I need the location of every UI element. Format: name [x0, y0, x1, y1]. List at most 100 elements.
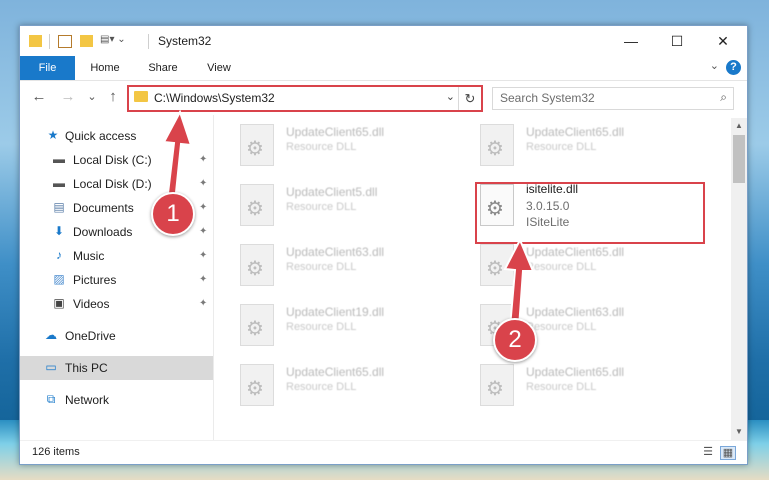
file-item[interactable]: UpdateClient65.dll Resource DLL [458, 240, 678, 294]
forward-button[interactable]: → [58, 88, 78, 105]
dll-file-icon [480, 364, 514, 406]
back-button[interactable]: ← [29, 88, 49, 105]
up-button[interactable]: ↑ [103, 88, 123, 105]
dll-file-icon [240, 244, 274, 286]
dll-file-icon [240, 304, 274, 346]
address-bar[interactable]: C:\Windows\System32 ⌄ ↻ [127, 85, 483, 112]
item-count: 126 items [32, 446, 80, 458]
sidebar-item-label: Pictures [73, 273, 117, 287]
sidebar-item-this-pc[interactable]: ▭ This PC [20, 356, 213, 380]
sidebar-item-onedrive[interactable]: ☁ OneDrive [20, 324, 213, 348]
divider-icon [49, 34, 50, 49]
file-item[interactable]: UpdateClient65.dll Resource DLL [458, 360, 678, 414]
file-description: Resource DLL [286, 321, 357, 333]
refresh-button[interactable]: ↻ [458, 87, 481, 110]
music-icon: ♪ [56, 248, 62, 262]
file-name: UpdateClient5.dll [286, 185, 378, 199]
file-explorer-window: ▤▾ ⌄ System32 — ☐ ✕ File Home Share View… [19, 25, 748, 465]
pin-icon: ✦ [199, 226, 208, 237]
file-item[interactable]: UpdateClient5.dll Resource DLL [218, 180, 438, 234]
file-name: UpdateClient65.dll [286, 365, 385, 379]
sidebar-item-pictures[interactable]: ▨ Pictures ✦ [20, 268, 213, 292]
file-item[interactable]: UpdateClient63.dll Resource DLL [218, 240, 438, 294]
dll-file-icon [240, 184, 274, 226]
dll-file-icon [240, 124, 274, 166]
ribbon-tabs: File Home Share View ⌄ ? [20, 56, 747, 81]
folder-icon [29, 35, 42, 47]
divider-icon [148, 34, 149, 49]
vertical-scrollbar[interactable]: ▲ ▼ [731, 118, 747, 440]
drive-icon: ▬ [53, 176, 65, 190]
pin-icon: ✦ [199, 274, 208, 285]
network-icon: ⧉ [46, 392, 56, 406]
file-name: UpdateClient65.dll [526, 125, 625, 139]
large-icons-view-icon[interactable]: ▦ [720, 446, 736, 460]
sidebar-item-label: Local Disk (C:) [73, 153, 152, 167]
document-icon: ▤ [53, 200, 65, 214]
sidebar-item-local-disk-d[interactable]: ▬ Local Disk (D:) ✦ [20, 172, 213, 196]
help-icon[interactable]: ? [726, 60, 741, 75]
pane-divider[interactable] [213, 115, 214, 440]
file-name: UpdateClient19.dll [286, 305, 385, 319]
dll-file-icon [240, 364, 274, 406]
chevron-down-icon[interactable]: ⌄ [446, 90, 455, 103]
file-description: Resource DLL [286, 141, 357, 153]
pin-icon: ✦ [199, 298, 208, 309]
file-item[interactable]: UpdateClient63.dll Resource DLL [458, 300, 678, 354]
file-item[interactable]: UpdateClient19.dll Resource DLL [218, 300, 438, 354]
search-input[interactable]: Search System32 ⌕ [492, 87, 734, 110]
new-folder-icon[interactable] [80, 35, 93, 47]
tab-file[interactable]: File [20, 56, 75, 80]
file-item[interactable]: UpdateClient65.dll Resource DLL [458, 120, 678, 174]
search-placeholder: Search System32 [500, 91, 595, 105]
window-title: System32 [158, 34, 212, 48]
file-description: Resource DLL [286, 261, 357, 273]
details-view-icon[interactable]: ☰ [701, 446, 715, 458]
maximize-button[interactable]: ☐ [654, 26, 700, 56]
close-button[interactable]: ✕ [700, 26, 746, 56]
file-highlight-box [475, 182, 705, 244]
tab-view[interactable]: View [194, 56, 244, 80]
pin-icon: ✦ [199, 154, 208, 165]
sidebar-item-label: Network [65, 393, 110, 407]
file-list: UpdateClient65.dll Resource DLL UpdateCl… [218, 118, 730, 440]
recent-locations-button[interactable]: ⌄ [82, 90, 102, 103]
file-item[interactable]: UpdateClient65.dll Resource DLL [218, 120, 438, 174]
title-bar: ▤▾ ⌄ System32 — ☐ ✕ [20, 26, 747, 56]
pictures-icon: ▨ [53, 272, 65, 286]
scrollbar-thumb[interactable] [733, 135, 745, 183]
computer-icon: ▭ [45, 360, 57, 374]
properties-icon[interactable] [58, 35, 72, 48]
sidebar-item-label: This PC [65, 361, 108, 375]
dll-file-icon [480, 124, 514, 166]
navigation-pane: ★ Quick access ▬ Local Disk (C:) ✦ ▬ Loc… [20, 118, 213, 440]
tab-share[interactable]: Share [138, 56, 188, 80]
customize-toolbar-icon[interactable]: ▤▾ ⌄ [100, 34, 130, 49]
sidebar-item-network[interactable]: ⧉ Network [20, 388, 213, 412]
minimize-button[interactable]: — [608, 26, 654, 56]
sidebar-item-label: OneDrive [65, 329, 116, 343]
file-name: UpdateClient65.dll [526, 245, 625, 259]
sidebar-item-videos[interactable]: ▣ Videos ✦ [20, 292, 213, 316]
scroll-up-icon[interactable]: ▲ [731, 118, 747, 134]
videos-icon: ▣ [53, 296, 65, 310]
download-icon: ⬇ [53, 224, 65, 238]
address-path[interactable]: C:\Windows\System32 [154, 91, 275, 105]
dll-file-icon [480, 244, 514, 286]
step-1-badge: 1 [151, 192, 195, 236]
tab-home[interactable]: Home [80, 56, 130, 80]
sidebar-item-label: Music [73, 249, 105, 263]
sidebar-item-quick-access[interactable]: ★ Quick access [20, 124, 213, 148]
sidebar-item-music[interactable]: ♪ Music ✦ [20, 244, 213, 268]
scroll-down-icon[interactable]: ▼ [731, 424, 747, 440]
folder-icon [134, 91, 148, 102]
sidebar-item-label: Downloads [73, 225, 133, 239]
expand-ribbon-icon[interactable]: ⌄ [710, 59, 719, 72]
sidebar-item-local-disk-c[interactable]: ▬ Local Disk (C:) ✦ [20, 148, 213, 172]
sidebar-item-label: Documents [73, 201, 134, 215]
drive-icon: ▬ [53, 152, 65, 166]
file-item[interactable]: UpdateClient65.dll Resource DLL [218, 360, 438, 414]
status-bar: 126 items ☰ ▦ [20, 440, 747, 465]
sidebar-item-label: Quick access [65, 129, 137, 143]
file-name: UpdateClient63.dll [526, 305, 625, 319]
